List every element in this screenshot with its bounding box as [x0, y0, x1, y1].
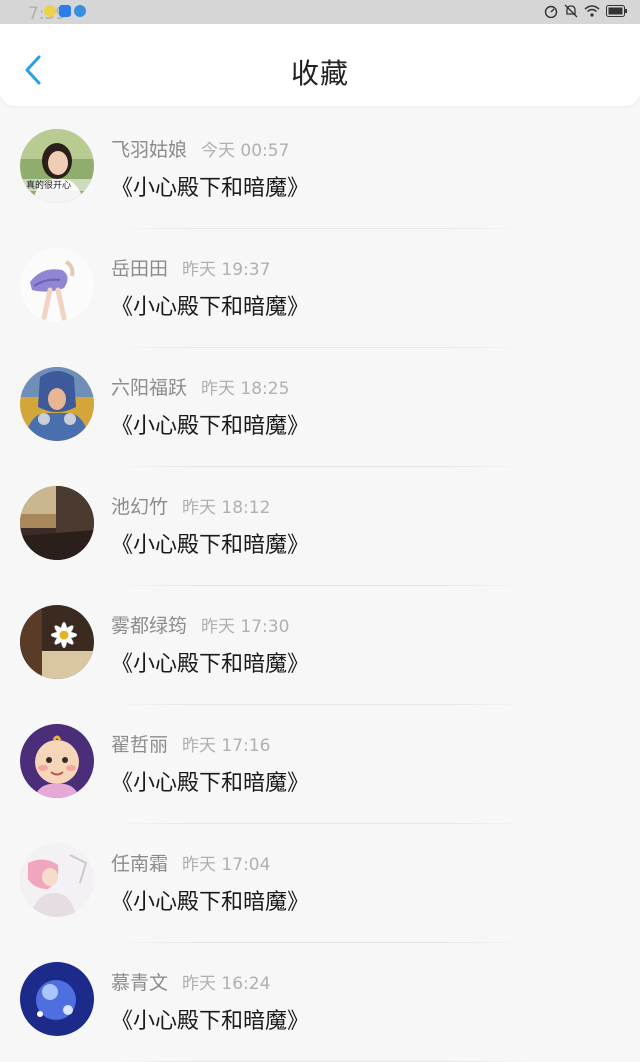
battery-icon: [606, 5, 627, 17]
book-title[interactable]: 《小心殿下和暗魔》: [111, 765, 309, 797]
user-name: 雾都绿筠: [111, 615, 188, 637]
user-name: 岳田田: [111, 258, 169, 280]
book-title[interactable]: 《小心殿下和暗魔》: [111, 527, 309, 559]
list-item[interactable]: 慕青文 昨天 16:24 《小心殿下和暗魔》: [0, 943, 640, 1062]
notification-icon: [44, 5, 56, 17]
avatar[interactable]: [20, 962, 94, 1036]
timestamp: 昨天 17:04: [182, 855, 271, 875]
avatar[interactable]: [20, 486, 94, 560]
favorites-list: 真的很开心 飞羽姑娘 今天 00:57 《小心殿下和暗魔》 岳田田 昨天 19:37…: [0, 110, 640, 1062]
app-icon: [59, 5, 71, 17]
avatar[interactable]: [20, 367, 94, 441]
avatar[interactable]: [20, 724, 94, 798]
speed-icon: [544, 5, 558, 18]
user-name: 飞羽姑娘: [111, 139, 188, 161]
book-title[interactable]: 《小心殿下和暗魔》: [111, 1003, 309, 1035]
list-item[interactable]: 真的很开心 飞羽姑娘 今天 00:57 《小心殿下和暗魔》: [0, 110, 640, 229]
book-title[interactable]: 《小心殿下和暗魔》: [111, 289, 309, 321]
status-bar: 7:59: [0, 0, 640, 24]
avatar[interactable]: 真的很开心: [20, 129, 94, 203]
wifi-icon: [584, 5, 600, 17]
book-title[interactable]: 《小心殿下和暗魔》: [111, 884, 309, 916]
avatar[interactable]: [20, 248, 94, 322]
user-name: 池幻竹: [111, 496, 169, 518]
list-item[interactable]: 雾都绿筠 昨天 17:30 《小心殿下和暗魔》: [0, 586, 640, 705]
timestamp: 昨天 17:30: [201, 617, 290, 637]
timestamp: 昨天 16:24: [182, 974, 271, 994]
app-icon-2: [74, 5, 86, 17]
avatar-caption: 真的很开心: [26, 179, 71, 191]
user-name: 翟哲丽: [111, 734, 169, 756]
list-item[interactable]: 六阳福跃 昨天 18:25 《小心殿下和暗魔》: [0, 348, 640, 467]
book-title[interactable]: 《小心殿下和暗魔》: [111, 170, 309, 202]
user-name: 任南霜: [111, 853, 169, 875]
list-item[interactable]: 任南霜 昨天 17:04 《小心殿下和暗魔》: [0, 824, 640, 943]
status-left-icons: [44, 5, 86, 17]
user-name: 六阳福跃: [111, 377, 188, 399]
timestamp: 昨天 18:25: [201, 379, 290, 399]
mute-icon: [564, 4, 578, 18]
book-title[interactable]: 《小心殿下和暗魔》: [111, 408, 309, 440]
timestamp: 昨天 19:37: [182, 260, 271, 280]
list-item[interactable]: 岳田田 昨天 19:37 《小心殿下和暗魔》: [0, 229, 640, 348]
timestamp: 今天 00:57: [201, 141, 290, 161]
avatar[interactable]: [20, 843, 94, 917]
list-item[interactable]: 池幻竹 昨天 18:12 《小心殿下和暗魔》: [0, 467, 640, 586]
book-title[interactable]: 《小心殿下和暗魔》: [111, 646, 309, 678]
user-name: 慕青文: [111, 972, 169, 994]
page-title: 收藏: [290, 57, 349, 90]
avatar[interactable]: [20, 605, 94, 679]
timestamp: 昨天 17:16: [182, 736, 271, 756]
timestamp: 昨天 18:12: [182, 498, 271, 518]
app-header: 收藏: [0, 24, 640, 106]
list-item[interactable]: 翟哲丽 昨天 17:16 《小心殿下和暗魔》: [0, 705, 640, 824]
status-right-icons: [544, 4, 628, 18]
